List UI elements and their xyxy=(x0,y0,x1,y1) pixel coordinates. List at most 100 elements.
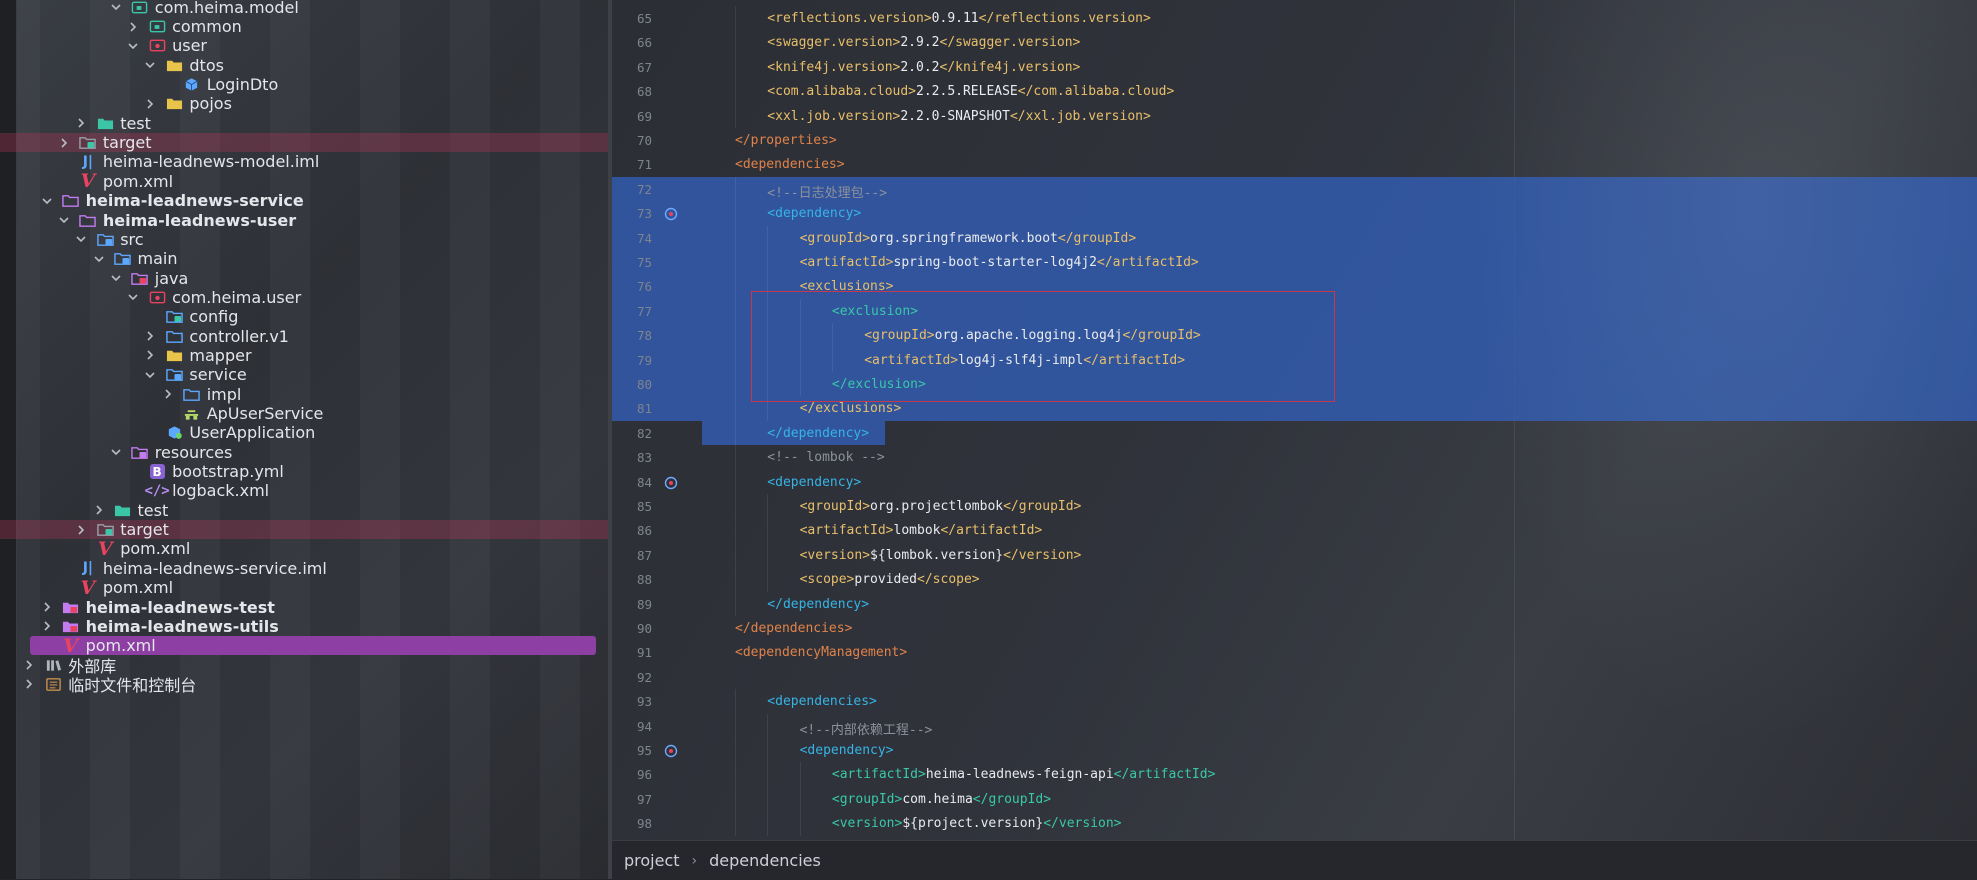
tree-node[interactable]: impl xyxy=(0,385,608,404)
chevron-right-icon[interactable] xyxy=(92,503,106,517)
tree-node[interactable]: ApUserService xyxy=(0,404,608,423)
breadcrumb-item-project[interactable]: project xyxy=(612,851,692,870)
tree-node[interactable]: main xyxy=(0,249,608,268)
code-line[interactable]: 94 <!--内部依赖工程--> xyxy=(612,713,1977,738)
code-line[interactable]: 69 <xxl.job.version>2.2.0-SNAPSHOT</xxl.j… xyxy=(612,103,1977,128)
code-line[interactable]: 98 <version>${project.version}</version> xyxy=(612,811,1977,836)
code-line[interactable]: 75 <artifactId>spring-boot-starter-log4j2… xyxy=(612,250,1977,275)
tree-node[interactable]: J| heima-leadnews-service.iml xyxy=(0,559,608,578)
code-line[interactable]: 66 <swagger.version>2.9.2</swagger.versio… xyxy=(612,30,1977,55)
tree-node[interactable]: resources xyxy=(0,443,608,462)
chevron-down-icon[interactable] xyxy=(109,445,123,459)
tree-node[interactable]: Vpom.xml xyxy=(0,538,608,560)
code-line[interactable]: 96 <artifactId>heima-leadnews-feign-api</… xyxy=(612,762,1977,787)
maven-dependency-gutter-icon[interactable] xyxy=(664,743,678,758)
code-line[interactable]: 65 <reflections.version>0.9.11</reflectio… xyxy=(612,6,1977,31)
tree-node[interactable]: Vpom.xml xyxy=(0,577,608,599)
chevron-right-icon[interactable] xyxy=(161,387,175,401)
chevron-right-icon[interactable] xyxy=(22,658,36,672)
maven-dependency-gutter-icon[interactable] xyxy=(664,475,678,489)
tree-node[interactable]: heima-leadnews-user xyxy=(0,210,608,230)
maven-dependency-gutter-icon[interactable] xyxy=(664,206,678,221)
line-number: 76 xyxy=(636,279,652,295)
tree-node-label: main xyxy=(137,249,178,269)
tree-node[interactable]: </> logback.xml xyxy=(0,481,608,500)
indent-guide xyxy=(767,518,769,543)
tree-node[interactable]: src xyxy=(0,230,608,249)
chevron-right-icon[interactable] xyxy=(40,619,54,633)
code-line[interactable]: 92 xyxy=(612,665,1977,689)
code-line[interactable]: 83 <!-- lombok --> xyxy=(612,445,1977,470)
code-line[interactable]: 70 </properties> xyxy=(612,128,1977,152)
tree-node[interactable]: heima-leadnews-service xyxy=(0,191,608,210)
code-line[interactable]: 87 <version>${lombok.version}</version> xyxy=(612,542,1977,568)
code-line[interactable]: 74 <groupId>org.springframework.boot</gro… xyxy=(612,225,1977,250)
chevron-down-icon[interactable] xyxy=(109,271,123,285)
code-line[interactable]: 97 <groupId>com.heima</groupId> xyxy=(612,786,1977,812)
chevron-right-icon[interactable] xyxy=(74,116,88,130)
tree-node[interactable]: 临时文件和控制台 xyxy=(0,675,608,695)
code-line[interactable]: 85 <groupId>org.projectlombok</groupId> xyxy=(612,494,1977,519)
tree-node[interactable]: dtos xyxy=(0,56,608,75)
code-line[interactable]: 93 <dependencies> xyxy=(612,689,1977,714)
code-line[interactable]: 88 <scope>provided</scope> xyxy=(612,567,1977,592)
tree-node[interactable]: controller.v1 xyxy=(0,326,608,346)
tree-node[interactable]: J| heima-leadnews-model.iml xyxy=(0,152,608,171)
chevron-down-icon[interactable] xyxy=(143,58,157,72)
code-line[interactable]: 67 <knife4j.version>2.0.2</knife4j.versio… xyxy=(612,54,1977,80)
code-line[interactable]: 91 <dependencyManagement> xyxy=(612,640,1977,664)
code-line[interactable]: 72 <!--日志处理包--> xyxy=(612,176,1977,202)
chevron-right-icon[interactable] xyxy=(74,523,88,537)
code-line[interactable]: 89 </dependency> xyxy=(612,591,1977,616)
chevron-down-icon[interactable] xyxy=(92,252,106,266)
chevron-down-icon[interactable] xyxy=(109,0,123,14)
code-text: <xxl.job.version>2.2.0-SNAPSHOT</xxl.job… xyxy=(767,109,1151,124)
chevron-right-icon[interactable] xyxy=(40,600,54,614)
code-text: <dependencies> xyxy=(735,157,845,172)
tree-node[interactable]: heima-leadnews-utils xyxy=(0,617,608,636)
chevron-down-icon[interactable] xyxy=(57,213,71,227)
tree-node[interactable]: UserApplication xyxy=(0,423,608,442)
chevron-down-icon[interactable] xyxy=(74,232,88,246)
tree-node[interactable]: service xyxy=(0,365,608,384)
chevron-down-icon[interactable] xyxy=(126,39,140,53)
tree-node[interactable]: com.heima.user xyxy=(0,288,608,307)
chevron-down-icon[interactable] xyxy=(143,368,157,382)
chevron-right-icon[interactable] xyxy=(126,20,140,34)
tree-node[interactable]: config xyxy=(0,307,608,326)
tree-node[interactable]: pojos xyxy=(0,94,608,113)
code-line[interactable]: 86 <artifactId>lombok</artifactId> xyxy=(612,518,1977,543)
code-line[interactable]: 82 </dependency> xyxy=(612,420,1977,446)
tree-node[interactable]: test xyxy=(0,501,608,520)
chevron-right-icon[interactable] xyxy=(143,97,157,111)
code-line[interactable]: 73 <dependency> xyxy=(612,201,1977,226)
chevron-right-icon[interactable] xyxy=(57,136,71,150)
chevron-down-icon[interactable] xyxy=(40,194,54,208)
code-line[interactable]: 90 </dependencies> xyxy=(612,616,1977,640)
tree-node[interactable]: test xyxy=(0,114,608,133)
tree-node[interactable]: com.heima.model xyxy=(0,0,608,17)
code-editor[interactable]: 65 <reflections.version>0.9.11</reflectio… xyxy=(612,0,1977,840)
tree-node[interactable]: Vpom.xml xyxy=(0,170,608,192)
chevron-down-icon[interactable] xyxy=(126,290,140,304)
tree-node[interactable]: user xyxy=(0,36,608,55)
code-line[interactable]: 68 <com.alibaba.cloud>2.2.5.RELEASE</com.… xyxy=(612,79,1977,104)
code-line[interactable]: 71 <dependencies> xyxy=(612,152,1977,176)
chevron-right-icon[interactable] xyxy=(143,348,157,362)
tree-node[interactable]: mapper xyxy=(0,346,608,365)
tree-node[interactable]: common xyxy=(0,17,608,36)
tree-node[interactable]: target xyxy=(0,519,608,540)
chevron-right-icon[interactable] xyxy=(143,329,157,343)
tree-node[interactable]: java xyxy=(0,268,608,288)
code-line[interactable]: 95 <dependency> xyxy=(612,738,1977,763)
tree-node[interactable]: target xyxy=(0,132,608,153)
tree-node[interactable]: heima-leadnews-test xyxy=(0,597,608,617)
breadcrumb-item-dependencies[interactable]: dependencies xyxy=(697,851,833,870)
tree-node[interactable]: LoginDto xyxy=(0,75,608,94)
indent-guide xyxy=(735,542,736,568)
tree-node[interactable]: Bbootstrap.yml xyxy=(0,462,608,481)
code-line[interactable]: 84 <dependency> xyxy=(612,469,1977,494)
chevron-right-icon[interactable] xyxy=(22,677,36,691)
folder-green-icon xyxy=(96,115,114,131)
